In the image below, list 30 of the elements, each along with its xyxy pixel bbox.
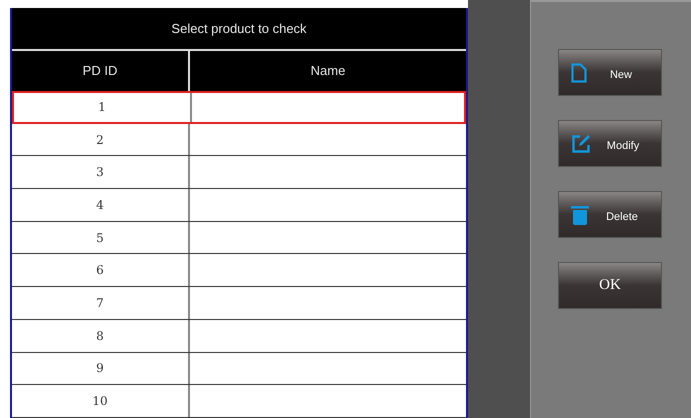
table-cell: 10 bbox=[12, 385, 190, 417]
new-button[interactable]: New bbox=[558, 49, 662, 96]
ok-button[interactable]: OK bbox=[558, 262, 662, 309]
table-row[interactable]: 9 bbox=[12, 352, 466, 386]
document-icon bbox=[571, 62, 587, 82]
table-row[interactable]: 2 bbox=[12, 124, 466, 156]
table-cell: 6 bbox=[12, 254, 190, 286]
edit-icon bbox=[571, 134, 591, 154]
trash-icon bbox=[571, 204, 589, 224]
table-title: Select product to check bbox=[12, 8, 466, 49]
column-header: PD ID bbox=[12, 51, 190, 91]
table-row[interactable]: 8 bbox=[12, 320, 466, 352]
table-cell: 5 bbox=[12, 222, 190, 254]
modify-button[interactable]: Modify bbox=[558, 120, 662, 167]
table-row[interactable]: 4 bbox=[12, 189, 466, 222]
table-cell: 2 bbox=[12, 124, 190, 156]
table-row[interactable]: 5 bbox=[12, 222, 466, 254]
delete-button[interactable]: Delete bbox=[558, 191, 662, 238]
table-cell: 4 bbox=[12, 189, 190, 221]
table-cell: 7 bbox=[12, 287, 190, 319]
table-row[interactable]: 1 bbox=[12, 91, 466, 124]
table-row[interactable]: 3 bbox=[12, 156, 466, 190]
table-cell: 9 bbox=[12, 352, 190, 384]
table-cell: 1 bbox=[14, 93, 192, 122]
table-cell: 3 bbox=[12, 156, 190, 188]
table-cell: 8 bbox=[12, 320, 190, 352]
table-row[interactable]: 6 bbox=[12, 254, 466, 288]
table-row[interactable]: 7 bbox=[12, 287, 466, 320]
table-row[interactable]: 10 bbox=[12, 385, 466, 418]
column-header: Name bbox=[310, 62, 346, 80]
